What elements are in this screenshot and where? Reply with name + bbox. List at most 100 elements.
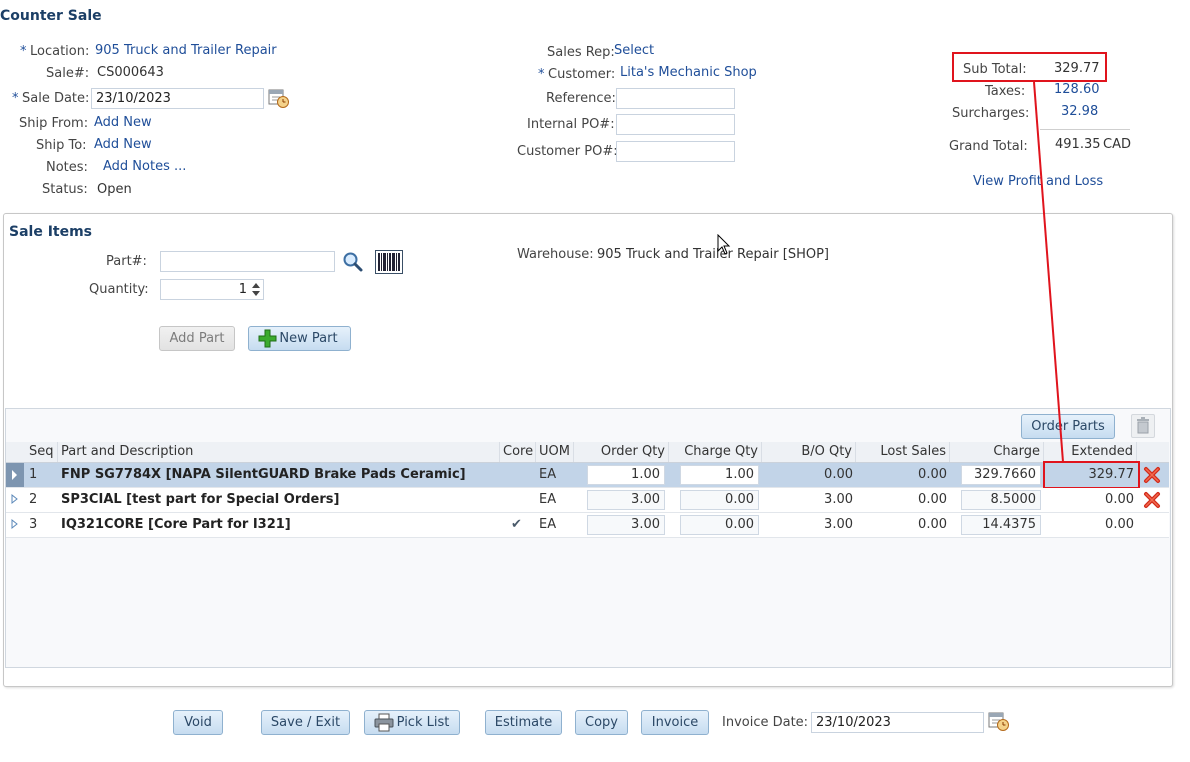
required-mark: * — [20, 44, 27, 59]
reference-label: Reference: — [546, 91, 616, 106]
delete-row-icon[interactable] — [1143, 491, 1161, 509]
internal-po-label: Internal PO#: — [527, 117, 615, 132]
row-extended: 0.00 — [1105, 492, 1134, 507]
col-header-uom[interactable]: UOM — [536, 442, 574, 462]
quantity-label: Quantity: — [89, 282, 149, 297]
col-header-charge-qty[interactable]: Charge Qty — [669, 442, 762, 462]
customer-label: Customer: — [548, 67, 616, 82]
charge-input[interactable]: 14.4375 — [961, 515, 1041, 535]
required-mark: * — [538, 67, 545, 82]
calendar-icon[interactable] — [268, 87, 290, 109]
charge-qty-input[interactable]: 1.00 — [680, 465, 759, 485]
quantity-value: 1 — [238, 282, 247, 297]
order-qty-input[interactable]: 3.00 — [587, 490, 665, 510]
row-lost-sales: 0.00 — [918, 492, 947, 507]
order-qty-input[interactable]: 3.00 — [587, 515, 665, 535]
reference-input[interactable] — [616, 88, 735, 109]
trash-icon[interactable] — [1131, 414, 1155, 438]
col-header-lost-sales[interactable]: Lost Sales — [856, 442, 950, 462]
col-header-bo-qty[interactable]: B/O Qty — [762, 442, 856, 462]
notes-label: Notes: — [46, 160, 88, 175]
col-header-seq[interactable]: Seq — [26, 442, 58, 462]
col-header-order-qty[interactable]: Order Qty — [574, 442, 669, 462]
sale-date-input[interactable]: 23/10/2023 — [91, 88, 264, 109]
row-lost-sales: 0.00 — [918, 517, 947, 532]
sale-number-value: CS000643 — [97, 65, 164, 80]
sale-items-title: Sale Items — [9, 224, 93, 240]
warehouse-label: Warehouse: — [517, 247, 594, 262]
row-expand-icon[interactable] — [8, 513, 22, 537]
location-link[interactable]: 905 Truck and Trailer Repair — [95, 43, 277, 58]
charge-input[interactable]: 329.7660 — [961, 465, 1041, 485]
sales-rep-label: Sales Rep: — [547, 45, 615, 60]
ship-to-label: Ship To: — [36, 138, 87, 153]
charge-input[interactable]: 8.5000 — [961, 490, 1041, 510]
row-uom: EA — [539, 492, 557, 507]
ship-to-link[interactable]: Add New — [94, 137, 152, 152]
pick-list-label: Pick List — [396, 715, 450, 730]
row-lost-sales: 0.00 — [918, 467, 947, 482]
ship-from-link[interactable]: Add New — [94, 115, 152, 130]
required-mark: * — [12, 91, 19, 106]
taxes-label: Taxes: — [985, 84, 1026, 99]
currency-label: CAD — [1103, 137, 1131, 152]
part-number-label: Part#: — [106, 254, 147, 269]
customer-po-label: Customer PO#: — [517, 144, 618, 159]
page-title: Counter Sale — [0, 8, 102, 24]
save-exit-button[interactable]: Save / Exit — [261, 710, 350, 735]
row-bo-qty: 0.00 — [824, 467, 853, 482]
row-expand-icon[interactable] — [8, 488, 22, 512]
sales-rep-link[interactable]: Select — [614, 43, 654, 58]
row-seq: 2 — [29, 492, 38, 507]
row-bo-qty: 3.00 — [824, 492, 853, 507]
highlight-connector-line — [1033, 81, 1064, 463]
stepper-arrows-icon[interactable] — [250, 280, 262, 299]
row-seq: 1 — [29, 467, 38, 482]
row-description: IQ321CORE [Core Part for I321] — [61, 517, 291, 532]
status-value: Open — [97, 182, 132, 197]
estimate-button[interactable]: Estimate — [485, 710, 562, 735]
invoice-date-input[interactable]: 23/10/2023 — [811, 712, 984, 733]
new-part-label: New Part — [279, 331, 338, 346]
row-description: SP3CIAL [test part for Special Orders] — [61, 492, 340, 507]
part-number-input[interactable] — [160, 251, 335, 272]
location-label: Location: — [30, 44, 90, 59]
plus-icon — [258, 329, 277, 348]
charge-qty-input[interactable]: 0.00 — [680, 515, 759, 535]
extended-highlight — [1043, 461, 1140, 489]
search-icon[interactable] — [342, 251, 364, 273]
row-extended: 0.00 — [1105, 517, 1134, 532]
core-check-icon: ✔ — [511, 517, 522, 532]
invoice-date-label: Invoice Date: — [722, 715, 809, 730]
add-notes-link[interactable]: Add Notes ... — [103, 159, 186, 174]
barcode-icon[interactable] — [375, 250, 403, 274]
sale-number-label: Sale#: — [46, 66, 90, 81]
add-part-button[interactable]: Add Part — [159, 326, 235, 351]
copy-button[interactable]: Copy — [575, 710, 628, 735]
row-selector-icon[interactable] — [6, 463, 24, 487]
grand-total-label: Grand Total: — [949, 139, 1028, 154]
quantity-stepper[interactable]: 1 — [160, 279, 264, 300]
mouse-cursor-icon — [717, 233, 731, 256]
warehouse-value: 905 Truck and Trailer Repair [SHOP] — [597, 247, 829, 262]
sale-date-label: Sale Date: — [22, 91, 90, 106]
surcharges-label: Surcharges: — [952, 106, 1030, 121]
invoice-button[interactable]: Invoice — [641, 710, 709, 735]
row-description: FNP SG7784X [NAPA SilentGUARD Brake Pads… — [61, 467, 466, 482]
internal-po-input[interactable] — [616, 114, 735, 135]
order-qty-input[interactable]: 1.00 — [587, 465, 665, 485]
delete-row-icon[interactable] — [1143, 466, 1161, 484]
customer-link[interactable]: Lita's Mechanic Shop — [620, 65, 757, 80]
col-header-part[interactable]: Part and Description — [58, 442, 500, 462]
printer-icon — [374, 713, 394, 732]
row-bo-qty: 3.00 — [824, 517, 853, 532]
status-label: Status: — [42, 182, 88, 197]
charge-qty-input[interactable]: 0.00 — [680, 490, 759, 510]
void-button[interactable]: Void — [173, 710, 223, 735]
col-header-core[interactable]: Core — [500, 442, 536, 462]
calendar-icon[interactable] — [988, 710, 1010, 732]
row-uom: EA — [539, 467, 557, 482]
row-seq: 3 — [29, 517, 38, 532]
subtotal-highlight — [952, 52, 1107, 82]
customer-po-input[interactable] — [616, 141, 735, 162]
